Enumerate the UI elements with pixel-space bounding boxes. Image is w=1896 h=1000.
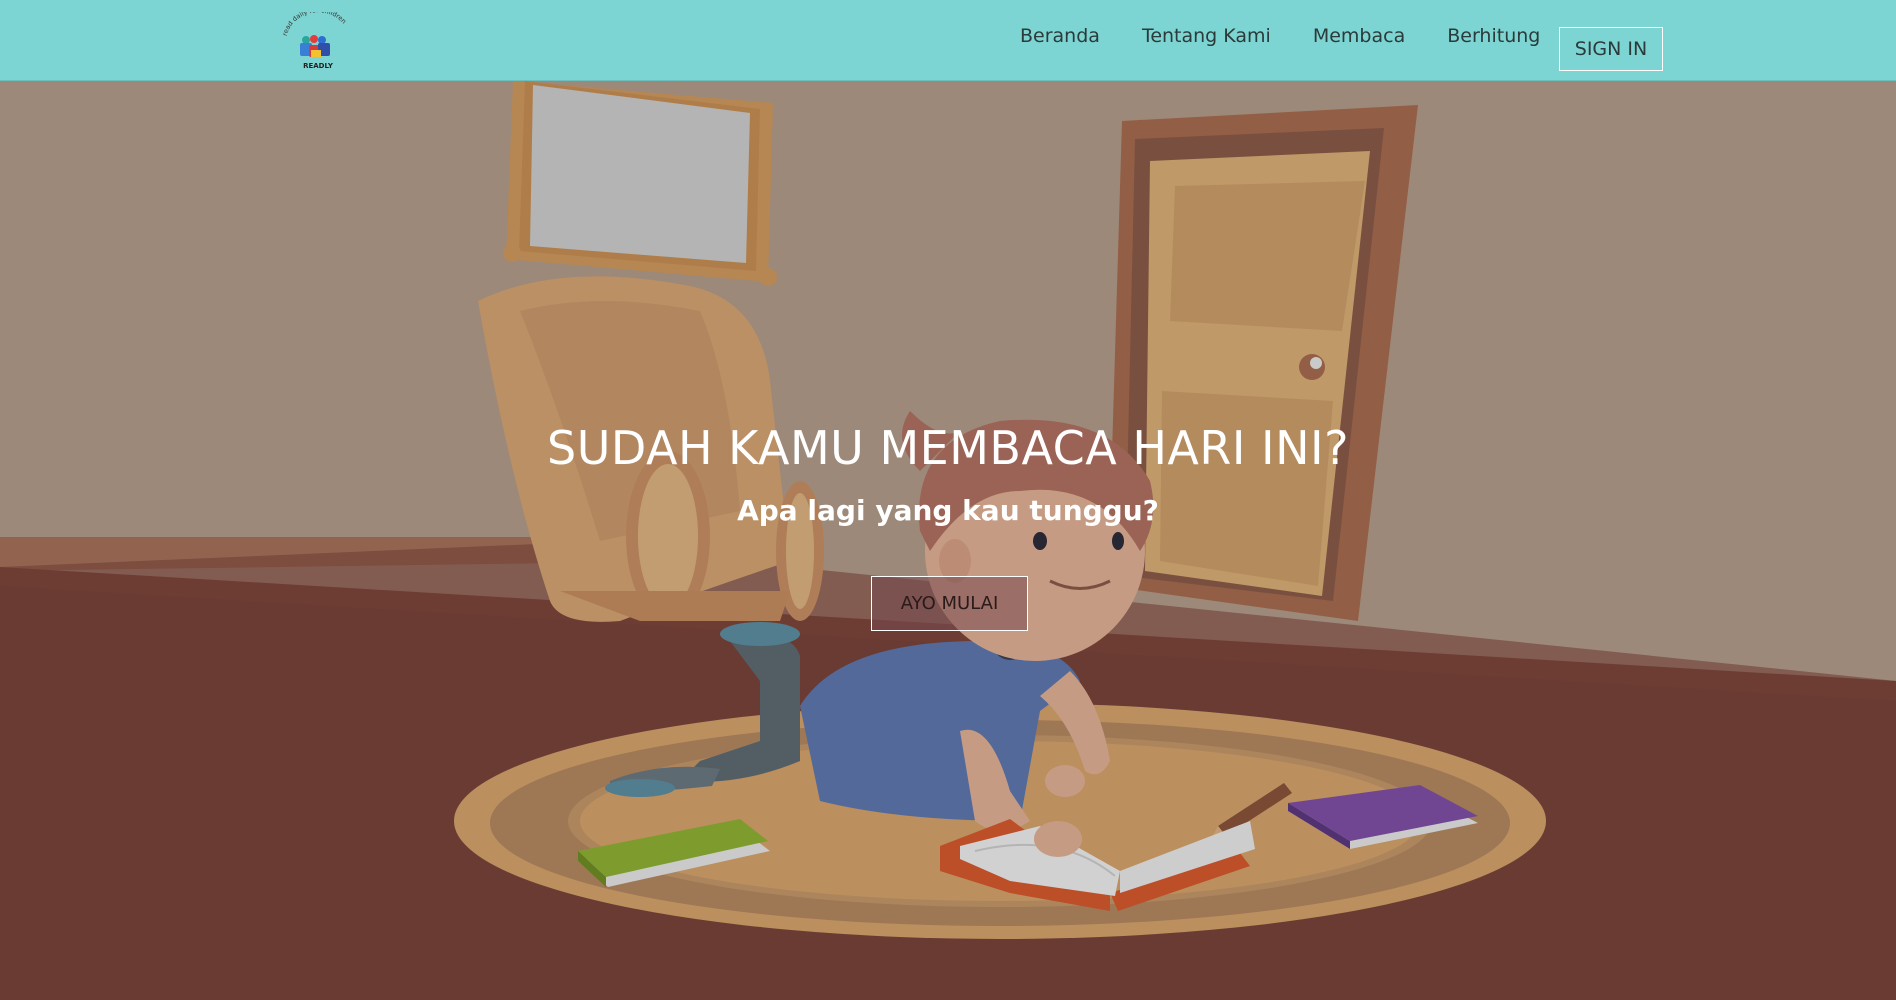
nav-item-tentang-kami[interactable]: Tentang Kami bbox=[1142, 25, 1271, 57]
svg-text:read daily for children: read daily for children bbox=[281, 12, 348, 37]
hero-title: SUDAH KAMU MEMBACA HARI INI? bbox=[547, 421, 1349, 475]
hero-overlay bbox=[0, 81, 1896, 1000]
hero-section: SUDAH KAMU MEMBACA HARI INI? Apa lagi ya… bbox=[0, 81, 1896, 1000]
sign-in-button[interactable]: SIGN IN bbox=[1559, 27, 1663, 71]
hero-subtitle: Apa lagi yang kau tunggu? bbox=[737, 494, 1159, 527]
logo-name: READLY bbox=[303, 62, 334, 70]
nav-links: Beranda Tentang Kami Membaca Berhitung bbox=[1020, 0, 1582, 81]
nav-item-membaca[interactable]: Membaca bbox=[1313, 25, 1405, 57]
nav-item-berhitung[interactable]: Berhitung bbox=[1447, 25, 1540, 57]
navbar: read daily for children READLY Beranda T… bbox=[0, 0, 1896, 81]
page: read daily for children READLY Beranda T… bbox=[0, 0, 1896, 1000]
readly-logo-icon: read daily for children READLY bbox=[281, 6, 348, 70]
logo[interactable]: read daily for children READLY bbox=[278, 6, 358, 72]
start-button[interactable]: AYO MULAI bbox=[871, 576, 1028, 631]
nav-item-beranda[interactable]: Beranda bbox=[1020, 25, 1100, 57]
